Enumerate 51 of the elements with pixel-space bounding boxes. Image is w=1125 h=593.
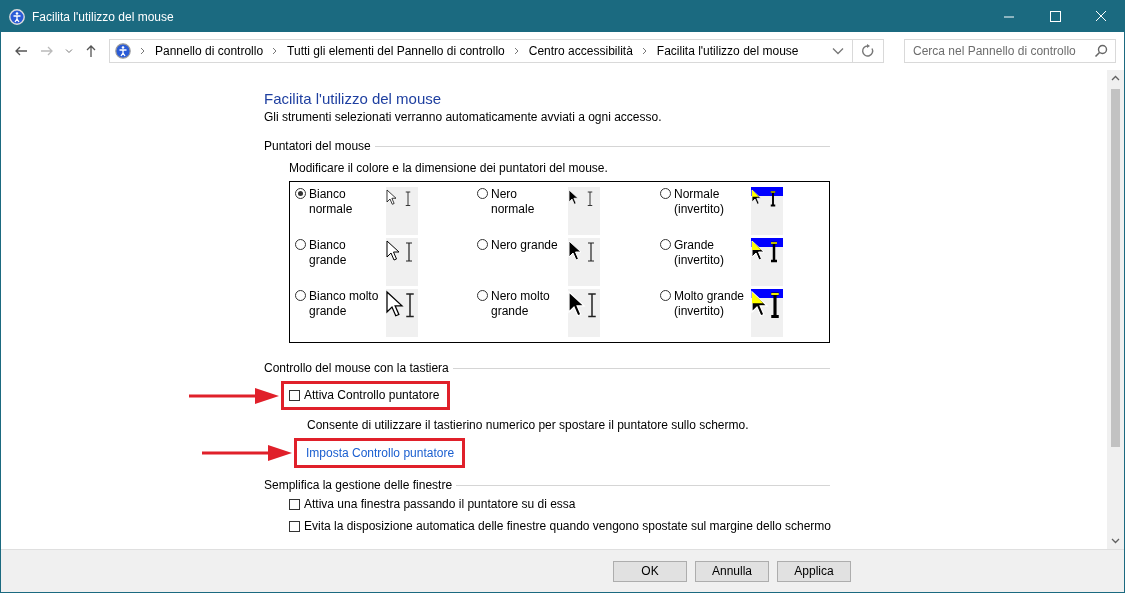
search-field[interactable]: Cerca nel Pannello di controllo xyxy=(904,39,1116,63)
pointer-preview-icon xyxy=(568,238,600,286)
pointer-preview-icon xyxy=(386,238,418,286)
chevron-right-icon xyxy=(513,47,520,55)
section-heading: Controllo del mouse con la tastiera xyxy=(264,361,449,375)
dialog-button[interactable]: OK xyxy=(613,560,687,582)
pointer-preview-icon xyxy=(568,289,600,337)
radio-option[interactable]: Molto grande (invertito) xyxy=(660,289,751,337)
option-description: Consente di utilizzare il tastierino numerico per spostare il puntatore sullo schermo. xyxy=(307,418,750,432)
refresh-button[interactable] xyxy=(852,39,884,63)
chevron-right-icon xyxy=(140,47,146,55)
refresh-icon xyxy=(861,44,875,58)
pointer-preview-icon xyxy=(751,238,783,286)
search-icon xyxy=(1094,44,1108,58)
pointer-preview-icon xyxy=(568,187,600,235)
radio-option[interactable]: Nero grande xyxy=(477,238,568,286)
radio-option[interactable]: Bianco molto grande xyxy=(295,289,386,337)
section-heading: Puntatori del mouse xyxy=(264,139,371,153)
address-bar[interactable]: Pannello di controllo Tutti gli elementi del Pannello di controllo Centro accessibilità Facilita l'utilizzo del mouse xyxy=(109,39,853,63)
chevron-right-icon xyxy=(641,47,648,55)
settings-link[interactable]: Imposta Controllo puntatore xyxy=(294,438,466,468)
accessibility-icon xyxy=(115,43,131,59)
radio-option[interactable]: Bianco grande xyxy=(295,238,386,286)
pointer-preview-icon xyxy=(386,187,418,235)
page-title: Facilita l'utilizzo del mouse xyxy=(264,90,443,107)
radio-option[interactable]: Nero molto grande xyxy=(477,289,568,337)
page-subtitle: Gli strumenti selezionati verranno automaticamente avviati a ogni accesso. xyxy=(264,110,663,124)
breadcrumb-item[interactable]: Facilita l'utilizzo del mouse xyxy=(656,44,799,58)
pointer-preview-icon xyxy=(386,289,418,337)
dialog-button[interactable]: Applica xyxy=(777,560,851,582)
chevron-down-icon[interactable] xyxy=(832,47,844,55)
breadcrumb-item[interactable]: Tutti gli elementi del Pannello di controllo xyxy=(287,44,505,58)
checkbox-option[interactable]: Attiva una finestra passando il puntatore su di essa xyxy=(264,494,830,514)
pointer-preview-icon xyxy=(751,289,783,337)
dialog-button[interactable]: Annulla xyxy=(695,560,769,582)
section-heading: Semplifica la gestione delle finestre xyxy=(264,478,453,492)
window-title: Facilita l'utilizzo del mouse xyxy=(32,9,174,24)
checkbox-option[interactable]: Evita la disposizione automatica delle finestre quando vengono spostate sul margine dello schermo xyxy=(264,516,830,536)
checkbox-option[interactable]: Attiva Controllo puntatore xyxy=(281,381,451,410)
breadcrumb-item[interactable]: Centro accessibilità xyxy=(528,44,633,58)
radio-option[interactable]: Bianco normale xyxy=(295,187,386,235)
accessibility-icon xyxy=(9,8,25,25)
radio-option[interactable]: Grande (invertito) xyxy=(660,238,751,286)
section-description: Modificare il colore e la dimensione dei puntatori del mouse. xyxy=(289,161,609,175)
breadcrumb-item[interactable]: Pannello di controllo xyxy=(155,44,264,58)
chevron-right-icon xyxy=(272,47,279,55)
radio-option[interactable]: Nero normale xyxy=(477,187,568,235)
scrollbar-thumb[interactable] xyxy=(1111,89,1120,447)
pointer-preview-icon xyxy=(751,187,783,235)
scrollbar[interactable] xyxy=(1107,70,1124,549)
radio-option[interactable]: Normale (invertito) xyxy=(660,187,751,235)
